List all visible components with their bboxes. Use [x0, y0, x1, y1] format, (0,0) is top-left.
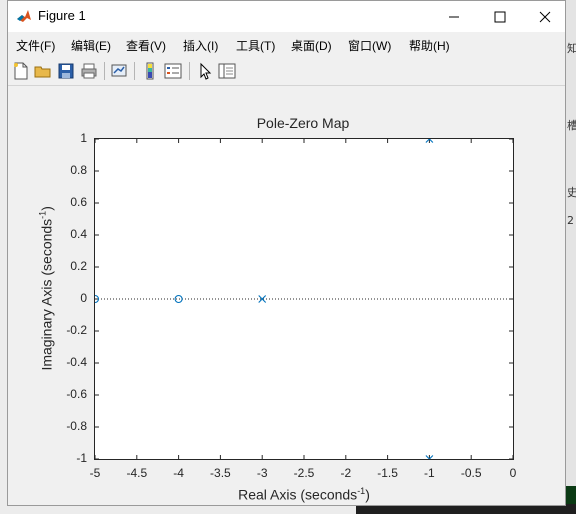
x-tick-label: -2.5: [293, 466, 315, 480]
x-axis-label: Real Axis (seconds-1): [238, 486, 370, 503]
figure-toolbar: [8, 57, 565, 86]
plot-svg: [95, 139, 513, 459]
menu-insert[interactable]: 插入(I): [183, 37, 218, 54]
y-tick-label: -1: [76, 451, 87, 465]
background-char: 史: [567, 186, 576, 199]
toolbar-separator: [104, 62, 105, 80]
menu-file[interactable]: 文件(F): [16, 37, 55, 54]
pole-marker: [258, 295, 267, 303]
new-figure-icon[interactable]: [12, 62, 30, 80]
x-tick-label: -3.5: [210, 466, 231, 480]
edit-plot-pointer-icon[interactable]: [196, 62, 214, 80]
x-tick-label: -4: [173, 466, 184, 480]
menu-desktop[interactable]: 桌面(D): [291, 37, 332, 54]
x-tick-label: -5: [89, 466, 101, 480]
menu-help[interactable]: 帮助(H): [409, 37, 450, 54]
link-plot-icon[interactable]: [110, 62, 128, 80]
background-char: 槽: [567, 119, 576, 132]
close-icon: [539, 11, 551, 22]
property-inspector-icon[interactable]: [218, 62, 236, 80]
background-desktop: [566, 0, 576, 514]
minimize-icon: [449, 16, 459, 17]
figure-canvas[interactable]: Pole-Zero Map 1 0.8 0.6 0.4 0.2 0 -0.2 -0.4 -0.6…: [8, 87, 565, 505]
save-icon[interactable]: [57, 62, 75, 80]
figure-window: Figure 1 文件(F) 编辑(E) 查看(V) 插入(I) 工具(T) 桌…: [7, 0, 566, 506]
matlab-logo-icon: [16, 8, 32, 24]
menu-edit[interactable]: 编辑(E): [71, 37, 111, 54]
menu-bar: 文件(F) 编辑(E) 查看(V) 插入(I) 工具(T) 桌面(D) 窗口(W…: [8, 32, 565, 81]
background-char: 知: [567, 42, 576, 55]
insert-colorbar-icon[interactable]: [141, 62, 159, 80]
close-button[interactable]: [522, 1, 568, 32]
x-tick-label: -1: [424, 466, 435, 480]
x-tick-label: -2: [340, 466, 352, 480]
maximize-button[interactable]: [477, 1, 523, 32]
x-tick-label: 0: [509, 466, 517, 480]
menu-view[interactable]: 查看(V): [126, 37, 166, 54]
window-title: Figure 1: [38, 8, 86, 23]
chart-title: Pole-Zero Map: [256, 115, 350, 131]
toolbar-separator: [134, 62, 135, 80]
open-file-icon[interactable]: [34, 62, 52, 80]
insert-legend-icon[interactable]: [164, 62, 182, 80]
x-tick-label: -1.5: [377, 466, 398, 480]
print-icon[interactable]: [80, 62, 98, 80]
y-axis-label: Imaginary Axis (seconds-1): [37, 206, 55, 371]
plot-axes[interactable]: [94, 138, 514, 460]
x-tick-label: -0.5: [460, 466, 482, 480]
maximize-icon: [494, 11, 506, 22]
x-tick-label: -3: [256, 466, 268, 480]
menu-window[interactable]: 窗口(W): [348, 37, 391, 54]
toolbar-separator: [189, 62, 190, 80]
menu-tools[interactable]: 工具(T): [236, 37, 275, 54]
minimize-button[interactable]: [431, 1, 477, 32]
x-tick-label: -4.5: [126, 466, 148, 480]
background-green-strip: [566, 486, 576, 504]
title-bar[interactable]: Figure 1: [8, 1, 565, 32]
background-char: 2: [567, 214, 574, 227]
